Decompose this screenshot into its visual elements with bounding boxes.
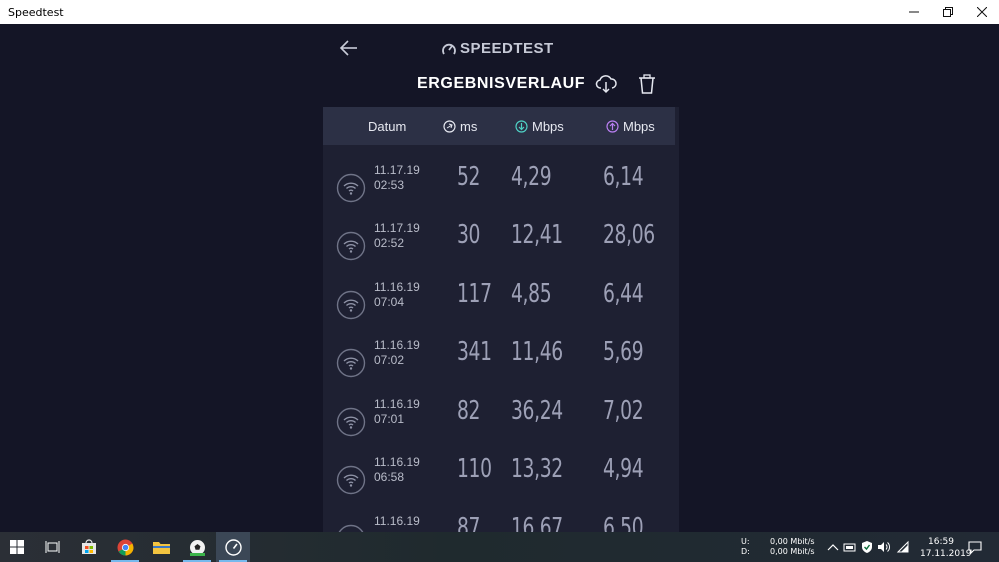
column-date[interactable]: Datum <box>368 119 406 134</box>
volume-icon[interactable] <box>877 540 891 554</box>
store-bag-icon <box>82 539 96 554</box>
trash-icon <box>639 74 655 94</box>
result-row[interactable]: 11.16.19 87 16,67 6,50 <box>323 509 675 532</box>
taskbar: U: D: 0,00 Mbit/s 0,00 Mbit/s 16:59 17.11.2… <box>0 532 999 562</box>
net-monitor-values: 0,00 Mbit/s 0,00 Mbit/s <box>770 537 815 556</box>
wifi-icon <box>336 348 366 378</box>
result-date: 11.16.19 <box>374 514 420 528</box>
wifi-icon <box>336 290 366 320</box>
task-view-button[interactable] <box>36 532 70 562</box>
column-ping-label: ms <box>460 119 478 134</box>
speedtest-gauge-icon <box>224 538 242 556</box>
result-ping: 341 <box>457 337 492 367</box>
restore-icon <box>943 7 953 17</box>
wifi-icon <box>336 465 366 495</box>
chevron-up-icon[interactable] <box>826 540 840 554</box>
wifi-tray-icon[interactable] <box>896 540 910 554</box>
result-date: 11.17.19 02:53 <box>374 163 420 192</box>
result-download: 13,32 <box>511 454 563 484</box>
result-row[interactable]: 11.16.19 07:01 82 36,24 7,02 <box>323 392 675 450</box>
result-upload: 6,14 <box>603 162 644 192</box>
battery-icon[interactable] <box>843 540 857 554</box>
export-button[interactable] <box>595 73 617 95</box>
taskbar-soccer-app[interactable] <box>180 532 214 562</box>
folder-icon <box>152 542 170 554</box>
notification-center-icon[interactable] <box>968 540 982 554</box>
close-button[interactable] <box>965 0 999 24</box>
result-download: 12,41 <box>511 220 563 250</box>
result-ping: 82 <box>457 396 481 426</box>
windows-logo-icon <box>10 540 24 554</box>
column-upload-label: Mbps <box>623 119 655 134</box>
task-view-icon <box>45 541 60 553</box>
download-icon <box>515 120 528 133</box>
window-title: Speedtest <box>8 5 64 19</box>
wifi-icon <box>338 524 364 532</box>
speedtest-logo: SPEEDTEST <box>441 40 554 57</box>
minimize-icon <box>909 11 919 13</box>
chrome-icon <box>117 539 133 555</box>
close-icon <box>977 7 987 17</box>
result-ping: 30 <box>457 220 481 250</box>
gauge-icon <box>442 43 456 54</box>
result-upload: 5,69 <box>603 337 644 367</box>
arrow-left-icon <box>339 40 357 56</box>
wifi-icon <box>336 231 366 261</box>
wifi-icon <box>336 173 366 203</box>
page-title: ERGEBNISVERLAUF <box>417 75 586 92</box>
result-row[interactable]: 11.16.19 07:04 117 4,85 6,44 <box>323 275 675 333</box>
cloud-download-icon <box>595 75 617 94</box>
upload-icon <box>606 120 619 133</box>
speedtest-app: SPEEDTEST ERGEBNISVERLAUF Datum ms Mbps … <box>0 24 999 532</box>
result-upload: 7,02 <box>603 396 644 426</box>
column-ping[interactable]: ms <box>443 119 477 134</box>
result-date: 11.16.19 07:01 <box>374 397 420 426</box>
results-header-row: Datum ms Mbps Mbps <box>323 107 675 145</box>
wifi-icon <box>336 407 366 437</box>
result-ping: 87 <box>457 513 481 532</box>
column-download[interactable]: Mbps <box>515 119 564 134</box>
restore-button[interactable] <box>931 0 965 24</box>
result-download: 16,67 <box>511 513 563 532</box>
column-date-label: Datum <box>368 119 407 134</box>
result-download: 36,24 <box>511 396 563 426</box>
window-titlebar: Speedtest <box>0 0 999 24</box>
result-upload: 6,50 <box>603 513 644 532</box>
back-button[interactable] <box>338 37 360 59</box>
taskbar-speedtest[interactable] <box>216 532 250 562</box>
result-ping: 52 <box>457 162 481 192</box>
result-upload: 28,06 <box>603 220 655 250</box>
result-row[interactable]: 11.16.19 06:58 110 13,32 4,94 <box>323 450 675 508</box>
ping-icon <box>443 120 456 133</box>
result-date: 11.17.19 02:52 <box>374 221 420 250</box>
security-shield-icon[interactable] <box>860 540 874 554</box>
system-clock[interactable]: 16:59 17.11.2019 <box>920 536 972 560</box>
result-upload: 4,94 <box>603 454 644 484</box>
result-date: 11.16.19 06:58 <box>374 455 420 484</box>
result-row[interactable]: 11.16.19 07:02 341 11,46 5,69 <box>323 333 675 391</box>
result-date: 11.16.19 07:02 <box>374 338 420 367</box>
result-upload: 6,44 <box>603 279 644 309</box>
result-ping: 110 <box>457 454 492 484</box>
start-button[interactable] <box>0 532 34 562</box>
result-row[interactable]: 11.17.19 02:52 30 12,41 28,06 <box>323 216 675 274</box>
result-download: 4,85 <box>511 279 552 309</box>
net-monitor-labels: U: D: <box>741 537 750 556</box>
column-download-label: Mbps <box>532 119 564 134</box>
delete-button[interactable] <box>636 73 658 95</box>
soccer-ball-icon <box>189 539 205 556</box>
column-upload[interactable]: Mbps <box>606 119 655 134</box>
result-ping: 117 <box>457 279 492 309</box>
result-download: 11,46 <box>511 337 563 367</box>
result-download: 4,29 <box>511 162 552 192</box>
taskbar-chrome[interactable] <box>108 532 142 562</box>
logo-text: SPEEDTEST <box>460 40 554 57</box>
taskbar-file-explorer[interactable] <box>144 532 178 562</box>
taskbar-store[interactable] <box>72 532 106 562</box>
minimize-button[interactable] <box>897 0 931 24</box>
result-row[interactable]: 11.17.19 02:53 52 4,29 6,14 <box>323 158 675 216</box>
result-date: 11.16.19 07:04 <box>374 280 420 309</box>
